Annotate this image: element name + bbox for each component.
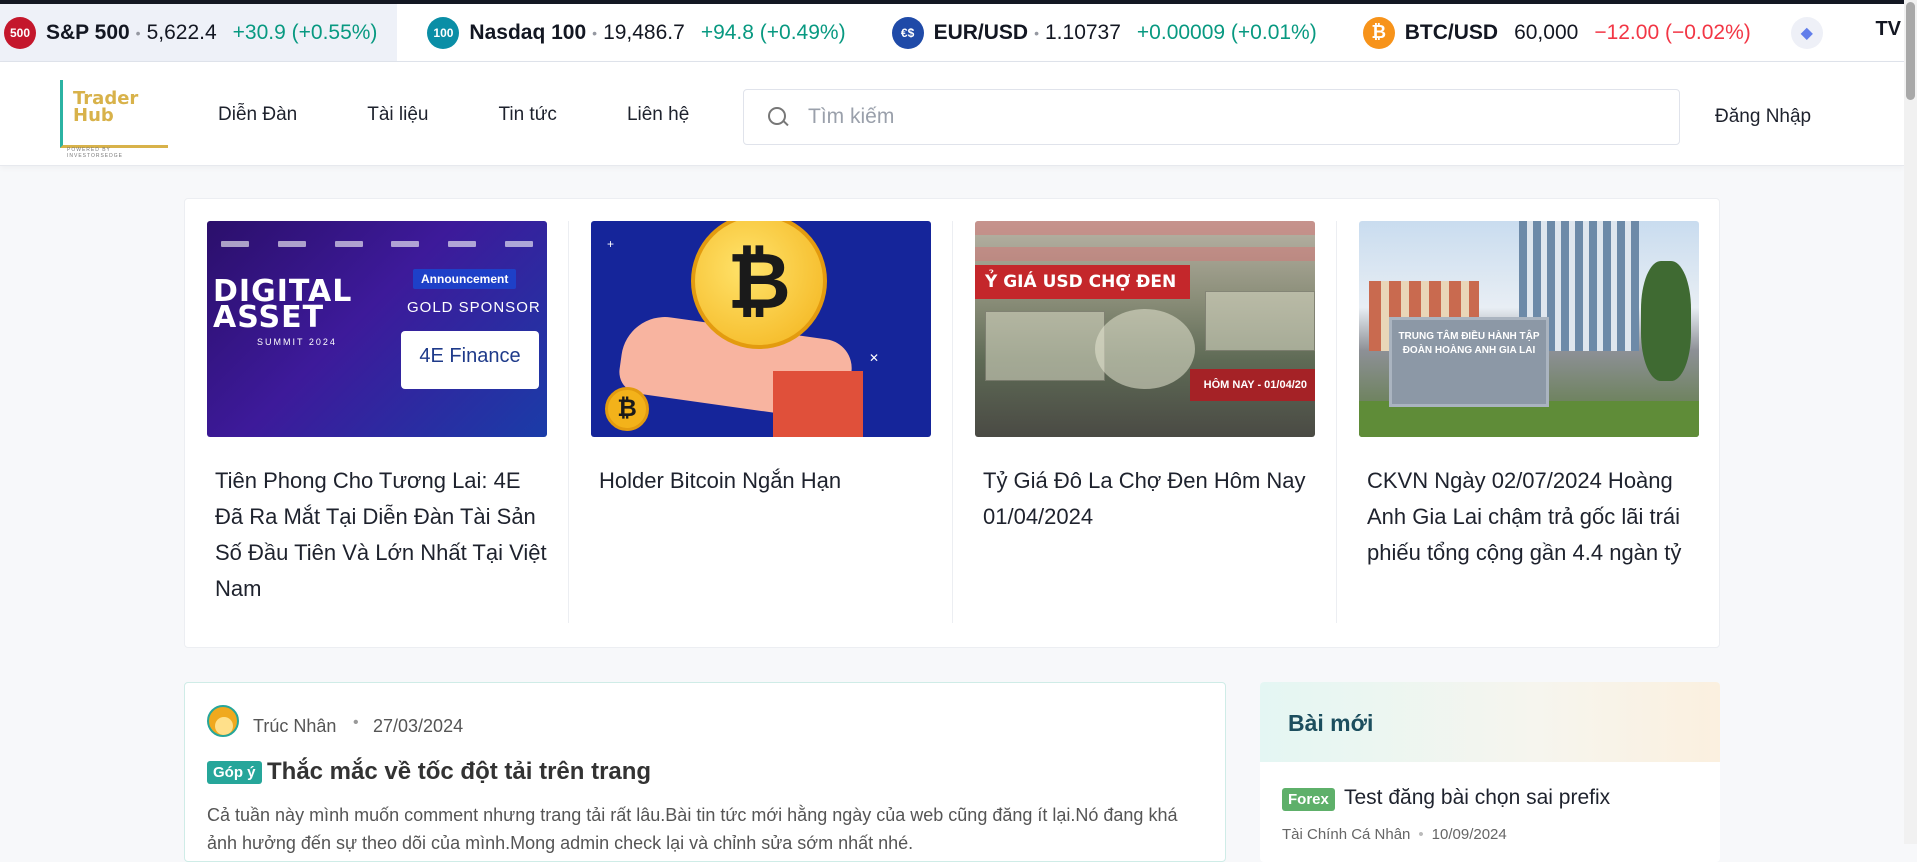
ticker-change: −12.00 (−0.02%): [1594, 20, 1751, 44]
search-input[interactable]: [808, 105, 1608, 129]
latest-posts-panel: Bài mới Forex Test đăng bài chọn sai pre…: [1260, 682, 1720, 862]
article-title[interactable]: Holder Bitcoin Ngắn Hạn: [591, 463, 931, 499]
meta-separator: •: [1418, 826, 1424, 843]
article-title[interactable]: Tỷ Giá Đô La Chợ Đen Hôm Nay 01/04/2024: [975, 463, 1315, 535]
featured-card[interactable]: TRUNG TÂM ĐIỀU HÀNH TẬP ĐOÀN HOÀNG ANH G…: [1359, 221, 1699, 623]
page-scrollbar[interactable]: [1904, 0, 1917, 844]
post-prefix-badge[interactable]: Forex: [1282, 788, 1335, 811]
ticker-change: +94.8 (+0.49%): [700, 20, 846, 44]
article-thumbnail[interactable]: Ỷ GIÁ USD CHỢ ĐEN HÔM NAY - 01/04/20: [975, 221, 1315, 437]
ticker-item-eurusd[interactable]: €$ EUR/USD • 1.10737 +0.00009 (+0.01%): [866, 4, 1337, 61]
banknote-strap: [975, 247, 1315, 261]
article-thumbnail[interactable]: ₿ ₿ + ✕: [591, 221, 931, 437]
nav-contact[interactable]: Liên hệ: [627, 104, 689, 126]
scrollbar-thumb[interactable]: [1906, 2, 1915, 100]
ticker-dot: •: [1034, 24, 1039, 41]
featured-articles: DIGITAL ASSET SUMMIT 2024 Announcement GO…: [184, 198, 1720, 648]
ticker-dot: •: [135, 24, 141, 41]
nasdaq-logo-icon: 100: [427, 16, 460, 49]
bitcoin-logo-icon: ₿: [1362, 16, 1395, 49]
ethereum-logo-icon: ◆: [1790, 16, 1823, 49]
featured-card[interactable]: ₿ ₿ + ✕ Holder Bitcoin Ngắn Hạn: [591, 221, 953, 623]
nav-news[interactable]: Tin tức: [498, 104, 556, 126]
ticker-item-ndx[interactable]: 100 Nasdaq 100 • 19,486.7 +94.8 (+0.49%): [397, 4, 865, 61]
card-divider: [568, 221, 569, 623]
article-thumbnail[interactable]: DIGITAL ASSET SUMMIT 2024 Announcement GO…: [207, 221, 547, 437]
latest-post-category[interactable]: Tài Chính Cá Nhân: [1282, 826, 1410, 843]
thumb-heading: DIGITAL ASSET: [213, 274, 353, 335]
site-logo[interactable]: Trader Hub POWERED BY INVESTORSEDGE: [60, 80, 168, 159]
ticker-tape[interactable]: 500 S&P 500 • 5,622.4 +30.9 (+0.55%) 100…: [0, 4, 1904, 62]
site-header: Trader Hub POWERED BY INVESTORSEDGE Diễn…: [0, 62, 1904, 166]
banknote-portrait: [1095, 309, 1195, 389]
tradingview-logo-icon[interactable]: TV: [1875, 18, 1901, 41]
sparkle-icon: +: [607, 237, 615, 251]
ticker-symbol: EUR/USD: [933, 20, 1029, 44]
search-box[interactable]: [743, 89, 1680, 145]
thumb-date: HÔM NAY - 01/04/20: [1189, 369, 1315, 401]
forum-post[interactable]: Trúc Nhân • 27/03/2024 Góp ý Thắc mắc về…: [184, 682, 1226, 862]
search-icon: [766, 105, 790, 129]
featured-card[interactable]: DIGITAL ASSET SUMMIT 2024 Announcement GO…: [207, 221, 569, 623]
panel-heading: Bài mới: [1260, 682, 1720, 762]
company-sign: TRUNG TÂM ĐIỀU HÀNH TẬP ĐOÀN HOÀNG ANH G…: [1389, 317, 1549, 407]
banknote: [1205, 291, 1315, 351]
latest-post-meta: Tài Chính Cá Nhân • 10/09/2024: [1282, 826, 1507, 843]
post-title[interactable]: Thắc mắc về tốc đột tải trên trang: [267, 758, 651, 786]
sp500-logo-icon: 500: [4, 16, 36, 49]
article-title[interactable]: Tiên Phong Cho Tương Lai: 4E Đã Ra Mắt T…: [207, 463, 547, 607]
ticker-dot: •: [592, 24, 598, 41]
ticker-price: 19,486.7: [603, 20, 685, 44]
card-divider: [1336, 221, 1337, 623]
article-thumbnail[interactable]: TRUNG TÂM ĐIỀU HÀNH TẬP ĐOÀN HOÀNG ANH G…: [1359, 221, 1699, 437]
ticker-symbol: Nasdaq 100: [469, 20, 587, 44]
avatar[interactable]: [207, 705, 239, 737]
banknote: [985, 311, 1105, 381]
ticker-price: 60,000: [1514, 20, 1579, 44]
ticker-symbol: S&P 500: [46, 20, 130, 44]
sparkle-icon: ✕: [869, 351, 880, 365]
sponsor-logos: [207, 241, 547, 251]
nav-forum[interactable]: Diễn Đàn: [218, 104, 297, 126]
eurusd-flag-icon: €$: [891, 16, 924, 49]
sponsor-label: GOLD SPONSOR: [407, 299, 541, 316]
ticker-item-spx[interactable]: 500 S&P 500 • 5,622.4 +30.9 (+0.55%): [0, 4, 398, 61]
bitcoin-small-coin-icon: ₿: [605, 387, 649, 431]
meta-separator: •: [353, 714, 359, 731]
ticker-item-eth[interactable]: ◆: [1771, 4, 1853, 61]
ticker-price: 5,622.4: [146, 20, 217, 44]
partner-logo: 4E Finance: [401, 331, 539, 389]
tree-illustration: [1641, 261, 1691, 381]
article-title[interactable]: CKVN Ngày 02/07/2024 Hoàng Anh Gia Lai c…: [1359, 463, 1699, 571]
latest-post-title[interactable]: Test đăng bài chọn sai prefix: [1344, 786, 1610, 810]
brand-name-line2: Hub: [73, 105, 114, 126]
ticker-change: +30.9 (+0.55%): [232, 20, 378, 44]
main-nav: Diễn Đàn Tài liệu Tin tức Liên hệ: [218, 104, 759, 126]
latest-post-date: 10/09/2024: [1431, 826, 1507, 843]
ticker-change: +0.00009 (+0.01%): [1136, 20, 1317, 44]
thumb-label: Ỷ GIÁ USD CHỢ ĐEN: [975, 265, 1191, 299]
post-author[interactable]: Trúc Nhân: [253, 716, 336, 737]
featured-card[interactable]: Ỷ GIÁ USD CHỢ ĐEN HÔM NAY - 01/04/20 Tỷ …: [975, 221, 1337, 623]
login-link[interactable]: Đăng Nhập: [1715, 106, 1811, 128]
post-excerpt: Cả tuần này mình muốn comment nhưng tran…: [207, 805, 1178, 853]
card-divider: [952, 221, 953, 623]
post-date: 27/03/2024: [373, 716, 464, 736]
ticker-symbol: BTC/USD: [1404, 20, 1499, 44]
ticker-price: 1.10737: [1045, 20, 1121, 44]
brand-tagline: POWERED BY INVESTORSEDGE: [67, 147, 123, 159]
bitcoin-coin-icon: ₿: [691, 221, 827, 349]
post-prefix-badge[interactable]: Góp ý: [207, 761, 262, 784]
banknote-strap: [975, 221, 1315, 235]
announcement-badge: Announcement: [413, 269, 517, 289]
sleeve-illustration: [773, 371, 863, 437]
ticker-item-btcusd[interactable]: ₿ BTC/USD 60,000 −12.00 (−0.02%): [1337, 4, 1771, 61]
thumb-subheading: SUMMIT 2024: [257, 337, 337, 347]
nav-documents[interactable]: Tài liệu: [367, 104, 428, 126]
